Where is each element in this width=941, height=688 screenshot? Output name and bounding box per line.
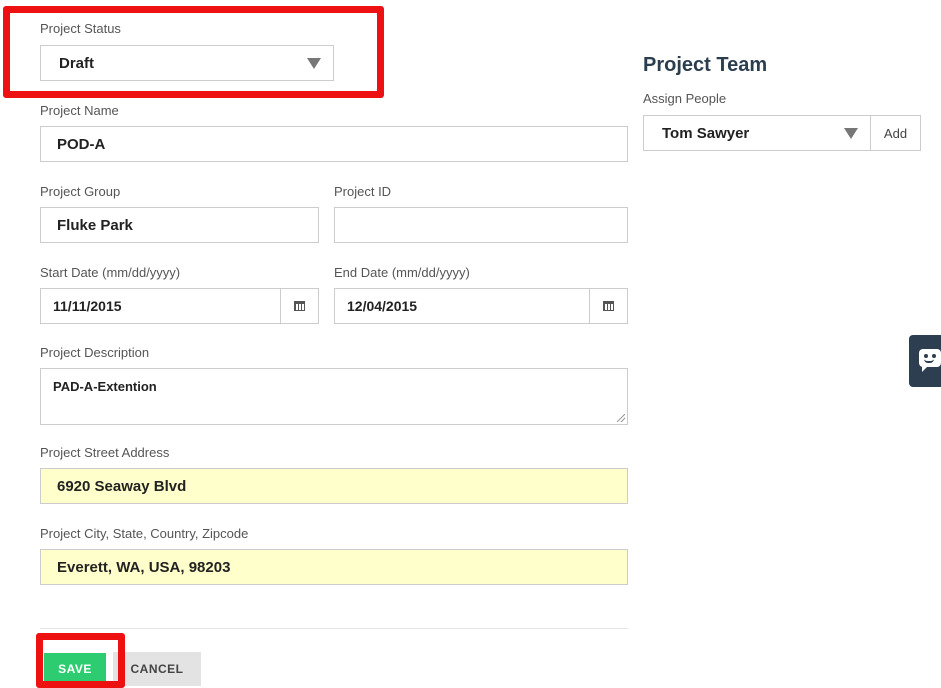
street-address-input[interactable]: 6920 Seaway Blvd [40, 468, 628, 504]
city-state-label: Project City, State, Country, Zipcode [40, 526, 249, 541]
project-group-input[interactable]: Fluke Park [40, 207, 319, 243]
project-team-title: Project Team [643, 54, 768, 76]
start-date-calendar-button[interactable] [280, 289, 318, 323]
start-date-label: Start Date (mm/dd/yyyy) [40, 265, 181, 280]
assign-people-select[interactable]: Tom Sawyer [643, 115, 871, 151]
chat-icon [919, 349, 941, 372]
project-name-input[interactable]: POD-A [40, 126, 628, 162]
add-person-button[interactable]: Add [871, 115, 921, 151]
street-address-value: 6920 Seaway Blvd [57, 477, 187, 495]
highlight-box-save [36, 633, 125, 688]
assign-people-value: Tom Sawyer [662, 124, 750, 142]
calendar-icon [603, 301, 614, 311]
end-date-value: 12/04/2015 [347, 298, 418, 314]
project-description-label: Project Description [40, 345, 150, 360]
highlight-box-status [3, 6, 384, 98]
city-state-input[interactable]: Everett, WA, USA, 98203 [40, 549, 628, 585]
chat-widget-button[interactable] [909, 335, 941, 387]
project-group-value: Fluke Park [57, 216, 133, 234]
resize-handle[interactable] [617, 414, 625, 422]
street-address-label: Project Street Address [40, 445, 170, 460]
end-date-label: End Date (mm/dd/yyyy) [334, 265, 470, 280]
project-name-value: POD-A [57, 135, 106, 153]
project-description-value: PAD-A-Extention [53, 379, 157, 394]
city-state-value: Everett, WA, USA, 98203 [57, 558, 231, 576]
start-date-input[interactable]: 11/11/2015 [40, 288, 319, 324]
end-date-calendar-button[interactable] [589, 289, 627, 323]
end-date-input[interactable]: 12/04/2015 [334, 288, 628, 324]
project-description-textarea[interactable]: PAD-A-Extention [40, 368, 628, 425]
start-date-value: 11/11/2015 [53, 298, 122, 314]
project-id-input[interactable] [334, 207, 628, 243]
project-name-label: Project Name [40, 103, 119, 118]
assign-people-label: Assign People [643, 91, 727, 106]
calendar-icon [294, 301, 305, 311]
cancel-button[interactable]: CANCEL [113, 652, 201, 686]
form-divider [40, 628, 628, 629]
project-group-label: Project Group [40, 184, 121, 199]
chevron-down-icon [844, 127, 858, 139]
project-id-label: Project ID [334, 184, 392, 199]
